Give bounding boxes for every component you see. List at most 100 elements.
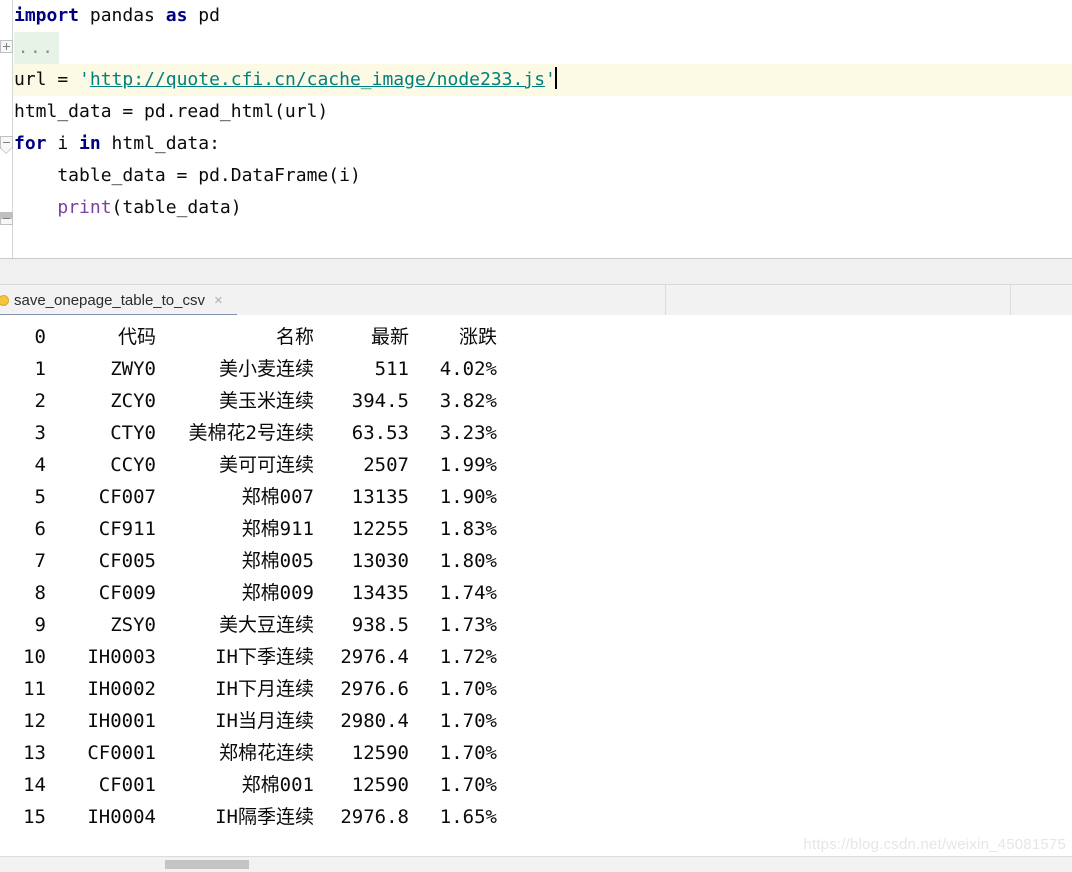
row-last: 12255 — [351, 518, 409, 540]
console-data-row: 13 CF0001 郑棉花连续 12590 1.70% — [0, 737, 1072, 769]
row-change: 1.70% — [439, 710, 497, 732]
row-index: 10 — [23, 646, 46, 668]
code-text-area[interactable]: import pandas as pd... url = 'http://quot… — [13, 0, 1072, 258]
row-last: 2976.8 — [340, 806, 409, 828]
header-index: 0 — [34, 326, 46, 348]
line-import-token-1: pandas — [79, 5, 166, 26]
line-for[interactable]: for i in html_data: — [13, 128, 1072, 160]
horizontal-scrollbar-thumb[interactable] — [165, 860, 249, 869]
line-url-token-1: ' — [79, 69, 90, 90]
fold-collapse-for-icon[interactable] — [0, 136, 13, 154]
row-name: IH下月连续 — [215, 678, 314, 700]
console-text: 0 代码 名称 最新 涨跌 1 ZWY0 美小麦连续 511 4.02% 2 ZCY0 美玉米连续 394… — [0, 315, 1072, 833]
console-data-row: 6 CF911 郑棉911 12255 1.83% — [0, 513, 1072, 545]
row-change: 1.70% — [439, 742, 497, 764]
fold-collapse-for-icon-tip — [0, 147, 12, 154]
line-folded[interactable]: ... — [13, 32, 1072, 64]
line-print[interactable]: print(table_data) — [13, 192, 1072, 224]
row-name: 美棉花2号连续 — [188, 422, 314, 444]
row-index: 11 — [23, 678, 46, 700]
header-code: 代码 — [117, 326, 156, 348]
row-code: CCY0 — [110, 454, 156, 476]
row-index: 15 — [23, 806, 46, 828]
fold-collapse-block-icon[interactable] — [0, 212, 13, 225]
line-url[interactable]: url = 'http://quote.cfi.cn/cache_image/n… — [13, 64, 1072, 96]
row-change: 1.90% — [439, 486, 497, 508]
row-last: 13030 — [351, 550, 409, 572]
row-code: CF001 — [98, 774, 156, 796]
row-last: 2507 — [363, 454, 409, 476]
row-code: IH0003 — [87, 646, 156, 668]
line-import[interactable]: import pandas as pd — [13, 0, 1072, 32]
row-index: 1 — [34, 358, 46, 380]
row-index: 12 — [23, 710, 46, 732]
console-data-row: 8 CF009 郑棉009 13435 1.74% — [0, 577, 1072, 609]
row-change: 1.99% — [439, 454, 497, 476]
row-last: 511 — [374, 358, 409, 380]
console-data-row: 14 CF001 郑棉001 12590 1.70% — [0, 769, 1072, 801]
row-last: 13435 — [351, 582, 409, 604]
row-last: 2980.4 — [340, 710, 409, 732]
row-code: ZWY0 — [110, 358, 156, 380]
line-print-token-2: (table_data) — [111, 197, 242, 218]
line-url-token-2: http://quote.cfi.cn/cache_image/node233.… — [89, 69, 546, 90]
row-name: 郑棉009 — [241, 582, 314, 604]
console-data-row: 3 CTY0 美棉花2号连续 63.53 3.23% — [0, 417, 1072, 449]
row-name: IH隔季连续 — [215, 806, 314, 828]
header-name: 名称 — [275, 326, 314, 348]
run-console-output[interactable]: 0 代码 名称 最新 涨跌 1 ZWY0 美小麦连续 511 4.02% 2 ZCY0 美玉米连续 394… — [0, 315, 1072, 856]
row-name: 美小麦连续 — [218, 358, 314, 380]
code-editor-pane[interactable]: import pandas as pd... url = 'http://quot… — [0, 0, 1072, 258]
row-code: ZCY0 — [110, 390, 156, 412]
row-change: 3.23% — [439, 422, 497, 444]
line-for-token-2: in — [79, 133, 101, 154]
row-change: 4.02% — [439, 358, 497, 380]
close-icon[interactable]: × — [214, 293, 223, 308]
run-tab-strip[interactable]: save_onepage_table_to_csv × — [0, 284, 1072, 317]
header-change: 涨跌 — [458, 326, 497, 348]
row-index: 9 — [34, 614, 46, 636]
running-dot-icon — [0, 295, 9, 306]
row-code: CTY0 — [110, 422, 156, 444]
row-last: 394.5 — [351, 390, 409, 412]
row-code: IH0001 — [87, 710, 156, 732]
row-index: 7 — [34, 550, 46, 572]
row-index: 3 — [34, 422, 46, 444]
tabstrip-divider-2 — [1010, 285, 1011, 316]
row-code: ZSY0 — [110, 614, 156, 636]
console-data-row: 10 IH0003 IH下季连续 2976.4 1.72% — [0, 641, 1072, 673]
row-last: 938.5 — [351, 614, 409, 636]
line-read-html[interactable]: html_data = pd.read_html(url) — [13, 96, 1072, 128]
console-data-row: 9 ZSY0 美大豆连续 938.5 1.73% — [0, 609, 1072, 641]
horizontal-scrollbar-track[interactable] — [0, 856, 1072, 872]
line-dataframe-token-0: table_data = pd.DataFrame(i) — [14, 165, 361, 186]
watermark-text: https://blog.csdn.net/weixin_45081575 — [803, 836, 1066, 853]
console-data-row: 1 ZWY0 美小麦连续 511 4.02% — [0, 353, 1072, 385]
console-data-row: 5 CF007 郑棉007 13135 1.90% — [0, 481, 1072, 513]
run-configuration-tab[interactable]: save_onepage_table_to_csv × — [0, 285, 233, 316]
line-dataframe[interactable]: table_data = pd.DataFrame(i) — [13, 160, 1072, 192]
line-url-token-0: url = — [14, 69, 80, 90]
console-data-row: 12 IH0001 IH当月连续 2980.4 1.70% — [0, 705, 1072, 737]
row-code: CF911 — [98, 518, 156, 540]
fold-expand-icon[interactable] — [0, 40, 13, 53]
row-name: IH下季连续 — [215, 646, 314, 668]
row-name: 郑棉005 — [241, 550, 314, 572]
console-header-row: 0 代码 名称 最新 涨跌 — [0, 321, 1072, 353]
row-change: 1.65% — [439, 806, 497, 828]
row-code: CF007 — [98, 486, 156, 508]
line-for-token-1: i — [46, 133, 80, 154]
line-import-token-2: as — [165, 5, 188, 26]
row-change: 1.70% — [439, 774, 497, 796]
header-last: 最新 — [370, 326, 409, 348]
row-code: IH0002 — [87, 678, 156, 700]
run-tab-label: save_onepage_table_to_csv — [14, 292, 205, 309]
row-index: 14 — [23, 774, 46, 796]
row-index: 6 — [34, 518, 46, 540]
row-index: 13 — [23, 742, 46, 764]
console-data-row: 11 IH0002 IH下月连续 2976.6 1.70% — [0, 673, 1072, 705]
row-last: 2976.6 — [340, 678, 409, 700]
row-index: 2 — [34, 390, 46, 412]
row-name: IH当月连续 — [215, 710, 314, 732]
row-name: 郑棉911 — [241, 518, 314, 540]
